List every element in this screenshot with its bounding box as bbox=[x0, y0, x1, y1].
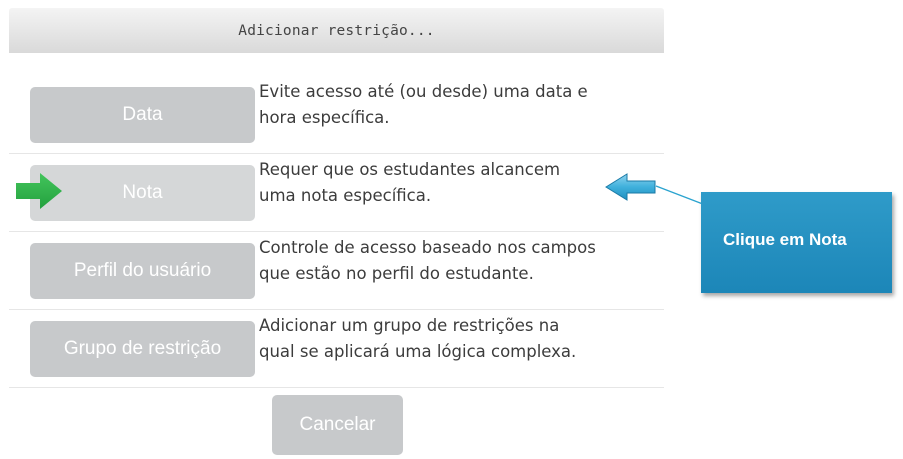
restriction-dialog: Adicionar restrição... Data Evite acesso… bbox=[9, 8, 664, 459]
description-line: Adicionar um grupo de restrições na bbox=[259, 316, 560, 335]
dialog-title: Adicionar restrição... bbox=[9, 8, 664, 53]
description-line: hora específica. bbox=[259, 108, 390, 127]
grupo-description: Adicionar um grupo de restrições na qual… bbox=[259, 313, 664, 365]
description-line: que estão no perfil do estudante. bbox=[259, 264, 534, 283]
option-row-perfil: Perfil do usuário Controle de acesso bas… bbox=[9, 231, 664, 310]
description-line: Requer que os estudantes alcancem bbox=[259, 160, 561, 179]
grupo-de-restricao-button[interactable]: Grupo de restrição bbox=[30, 321, 255, 377]
description-line: uma nota específica. bbox=[259, 186, 432, 205]
callout-text: Clique em Nota bbox=[723, 230, 847, 249]
perfil-description: Controle de acesso baseado nos campos qu… bbox=[259, 235, 664, 287]
nota-button[interactable]: Nota bbox=[30, 165, 255, 221]
description-line: Evite acesso até (ou desde) uma data e bbox=[259, 82, 588, 101]
data-button[interactable]: Data bbox=[30, 87, 255, 143]
green-arrow-icon bbox=[16, 173, 62, 209]
callout-box: Clique em Nota bbox=[701, 192, 892, 293]
perfil-do-usuario-button[interactable]: Perfil do usuário bbox=[30, 243, 255, 299]
option-row-nota: Nota Requer que os estudantes alcancem u… bbox=[9, 153, 664, 232]
option-row-data: Data Evite acesso até (ou desde) uma dat… bbox=[9, 75, 664, 154]
cancel-button[interactable]: Cancelar bbox=[272, 395, 403, 455]
nota-description: Requer que os estudantes alcancem uma no… bbox=[259, 157, 664, 209]
data-description: Evite acesso até (ou desde) uma data e h… bbox=[259, 79, 664, 131]
option-row-grupo: Grupo de restrição Adicionar um grupo de… bbox=[9, 309, 664, 388]
description-line: Controle de acesso baseado nos campos bbox=[259, 238, 596, 257]
description-line: qual se aplicará uma lógica complexa. bbox=[259, 342, 577, 361]
